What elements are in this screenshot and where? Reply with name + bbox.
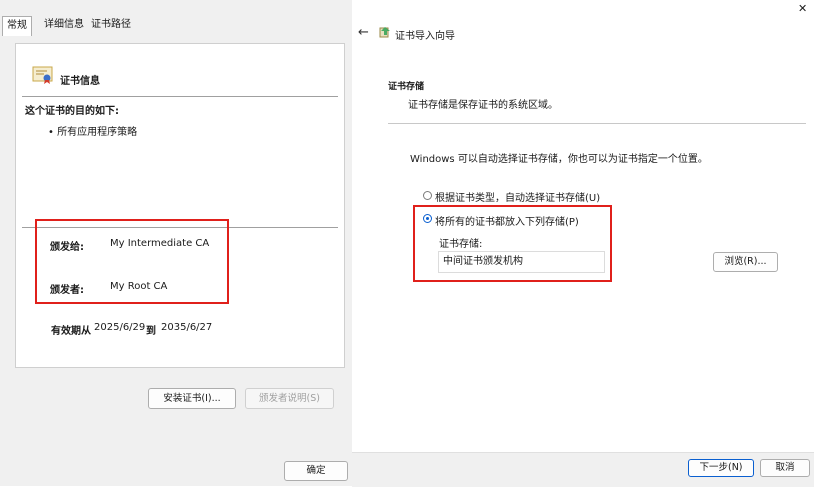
highlight-box: [413, 205, 612, 282]
section-description: 证书存储是保存证书的系统区域。: [408, 100, 558, 111]
next-button[interactable]: 下一步(N): [688, 459, 754, 477]
divider: [388, 123, 806, 124]
valid-from: 2025/6/29: [94, 322, 146, 333]
install-certificate-button[interactable]: 安装证书(I)...: [148, 388, 236, 409]
intro-text: Windows 可以自动选择证书存储，你也可以为证书指定一个位置。: [410, 154, 708, 165]
tab-certification-path[interactable]: 证书路径: [87, 16, 135, 34]
issuer-statement-button[interactable]: 颁发者说明(S): [245, 388, 334, 409]
cancel-button[interactable]: 取消: [760, 459, 810, 477]
close-icon[interactable]: ✕: [798, 2, 807, 15]
browse-button[interactable]: 浏览(R)...: [713, 252, 778, 272]
radio-auto-label[interactable]: 根据证书类型，自动选择证书存储(U): [435, 189, 600, 204]
purpose-heading: 这个证书的目的如下:: [25, 106, 119, 117]
divider: [22, 96, 338, 97]
wizard-title: 证书导入向导: [395, 31, 455, 42]
cert-info-title: 证书信息: [60, 76, 100, 87]
highlight-box: [35, 219, 229, 304]
section-title: 证书存储: [388, 82, 425, 92]
radio-auto-store[interactable]: [423, 191, 432, 200]
purpose-item: • 所有应用程序策略: [48, 127, 138, 138]
certificate-icon: [32, 66, 54, 84]
validity-label: 有效期从: [51, 326, 91, 337]
wizard-footer: 下一步(N) 取消: [352, 452, 814, 487]
back-arrow-icon[interactable]: ←: [358, 25, 369, 40]
validity-to-label: 到: [146, 326, 156, 337]
ok-button[interactable]: 确定: [284, 461, 348, 481]
valid-to: 2035/6/27: [161, 322, 213, 333]
tab-details[interactable]: 详细信息: [40, 16, 88, 34]
wizard-cert-icon: [379, 26, 391, 38]
certificate-info-panel: 证书信息 这个证书的目的如下: • 所有应用程序策略 颁发给: My Inter…: [15, 43, 345, 368]
tab-general[interactable]: 常规: [2, 16, 32, 36]
